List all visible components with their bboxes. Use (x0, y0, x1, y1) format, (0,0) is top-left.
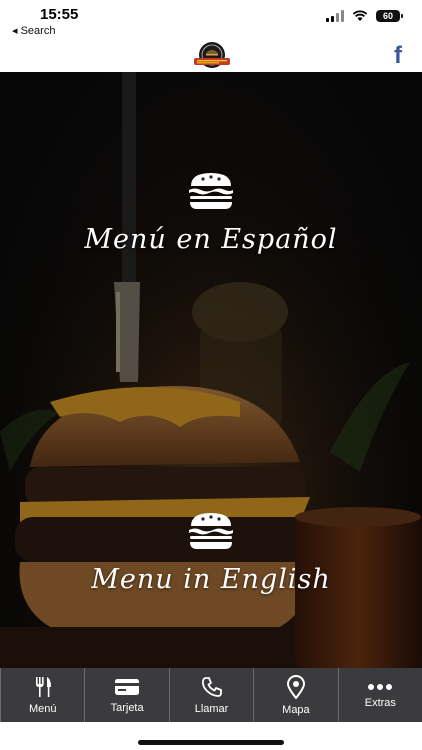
menu-spanish-link[interactable]: Menú en Español (0, 172, 422, 255)
tab-extras-label: Extras (364, 696, 396, 709)
app-header: f (0, 40, 422, 73)
back-to-search-link[interactable]: ◂ Search (12, 24, 55, 37)
battery-level: 60 (382, 11, 393, 21)
wifi-icon (352, 10, 368, 21)
card-icon (115, 678, 140, 695)
bottom-tab-bar: Menú Tarjeta Llamar Mapa Extras (0, 668, 422, 722)
status-bar: 15:55 ◂ Search 60 (0, 0, 422, 40)
battery-icon: 60 (376, 10, 403, 22)
tab-map[interactable]: Mapa (253, 668, 337, 722)
status-time: 15:55 (40, 6, 79, 23)
burger-icon (189, 173, 233, 209)
tab-menu[interactable]: Menú (0, 668, 84, 722)
facebook-icon[interactable]: f (394, 42, 402, 70)
signal-icon (326, 10, 344, 22)
phone-icon (201, 676, 222, 697)
menu-spanish-label: Menú en Español (84, 224, 338, 255)
tab-extras[interactable]: Extras (337, 668, 422, 722)
tab-card[interactable]: Tarjeta (84, 668, 168, 722)
map-pin-icon (286, 674, 305, 699)
menu-english-label: Menu in English (91, 564, 331, 595)
tab-call[interactable]: Llamar (168, 668, 253, 722)
el-rincon-logo[interactable] (192, 41, 232, 69)
home-indicator-area (0, 722, 422, 750)
hero-background: Menú en Español Menu in English (0, 72, 422, 668)
tab-call-label: Llamar (194, 702, 229, 715)
menu-english-link[interactable]: Menu in English (0, 512, 422, 595)
tab-menu-label: Menú (28, 702, 57, 715)
more-icon (368, 683, 393, 690)
status-icons: 60 (326, 10, 403, 22)
home-indicator[interactable] (138, 740, 284, 745)
tab-map-label: Mapa (282, 703, 310, 716)
fork-knife-icon (35, 676, 51, 697)
tab-card-label: Tarjeta (110, 701, 144, 714)
burger-icon (189, 513, 233, 549)
